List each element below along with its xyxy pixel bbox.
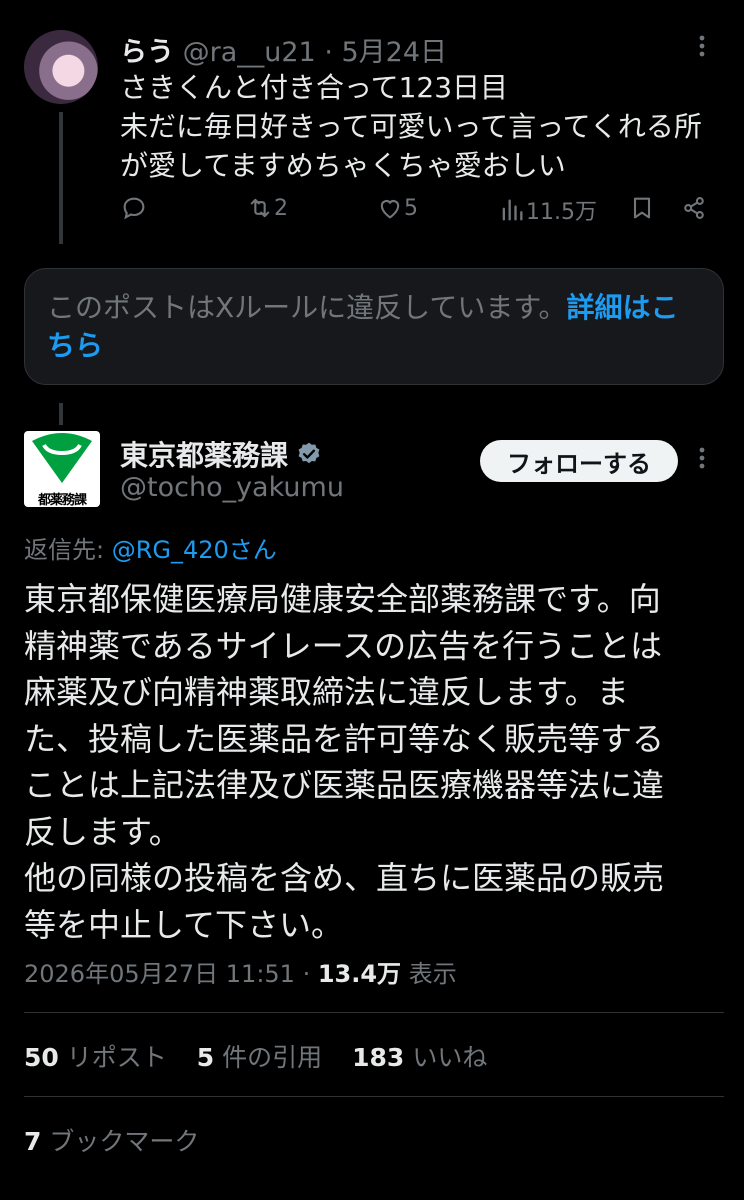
likes-count: 183 — [352, 1043, 405, 1072]
ginkgo-logo-icon — [32, 433, 92, 483]
avatar[interactable] — [24, 30, 98, 104]
logo-text: 都薬務課 — [37, 493, 87, 507]
like-icon — [380, 200, 400, 219]
thread-line — [59, 112, 63, 244]
quotes-count: 5 — [196, 1043, 215, 1072]
reply-icon — [123, 197, 145, 220]
bookmarks-label: ブックマーク — [49, 1127, 200, 1156]
quotes-label: 件の引用 — [222, 1043, 323, 1072]
display-name: 東京都薬務課 — [120, 439, 289, 472]
mention-link[interactable]: @RG_420さん — [112, 536, 277, 564]
replying-label: 返信先: — [24, 536, 112, 564]
share-button[interactable] — [680, 194, 708, 222]
follow-button[interactable]: フォローする — [480, 440, 678, 482]
views-count: 11.5万 — [526, 200, 597, 225]
reply-button[interactable] — [120, 194, 148, 222]
replying-to: 返信先: @RG_420さん — [24, 530, 277, 565]
violation-notice: このポストはXルールに違反しています。詳細はこちら — [24, 268, 724, 385]
tweet-date[interactable]: 5月24日 — [342, 37, 448, 68]
views-label: 表示 — [401, 960, 457, 988]
thread-line — [59, 403, 63, 425]
tweet-timestamp: 2026年05月27日 11:51 · 13.4万 表示 — [24, 954, 457, 989]
share-icon — [684, 197, 704, 219]
divider — [24, 1096, 724, 1097]
more-icon[interactable] — [692, 444, 712, 476]
action-bar: 2 5 11.5万 — [120, 194, 720, 230]
views-count: 13.4万 — [317, 960, 402, 988]
bookmark-button[interactable] — [628, 194, 656, 222]
tweet-body: 東京都保健医療局健康安全部薬務課です。向 精神薬であるサイレースの広告を行うこと… — [24, 580, 665, 944]
views-button[interactable]: 11.5万 — [498, 194, 597, 226]
verified-badge-icon — [298, 442, 320, 464]
separator: · — [324, 37, 333, 68]
like-button[interactable]: 5 — [376, 194, 418, 222]
likes-label: いいね — [412, 1043, 488, 1072]
reposts-count: 50 — [24, 1043, 59, 1072]
repost-count: 2 — [274, 195, 288, 221]
tweet-body: さきくんと付き合って123日目 未だに毎日好きって可愛いって言ってくれる所 が愛… — [120, 68, 720, 185]
separator: · — [294, 960, 318, 988]
like-count: 5 — [404, 195, 418, 221]
bookmark-icon — [633, 197, 651, 219]
handle[interactable]: @ra__u21 — [183, 37, 316, 68]
repost-button[interactable]: 2 — [246, 194, 288, 222]
handle[interactable]: @tocho_yakumu — [120, 472, 344, 503]
account-logo[interactable]: 都薬務課 — [24, 431, 100, 507]
notice-text: このポストはXルールに違反しています。 — [47, 291, 567, 324]
tweet-line: 未だに毎日好きって可愛いって言ってくれる所 — [120, 110, 702, 143]
quotes-stat[interactable]: 5 件の引用 — [197, 1043, 322, 1072]
timestamp-text[interactable]: 2026年05月27日 11:51 — [24, 960, 295, 988]
tweet-line: さきくんと付き合って123日目 — [120, 71, 509, 104]
divider — [24, 1012, 724, 1013]
display-name[interactable]: らう — [120, 37, 174, 68]
reposts-label: リポスト — [66, 1043, 167, 1072]
tweet-detail-page: らう @ra__u21 · 5月24日 さきくんと付き合って123日目 未だに毎… — [0, 0, 744, 1200]
reply-tweet[interactable]: らう @ra__u21 · 5月24日 さきくんと付き合って123日目 未だに毎… — [0, 0, 744, 250]
more-icon[interactable] — [692, 32, 712, 64]
views-icon — [502, 199, 523, 221]
bookmarks-count: 7 — [24, 1127, 42, 1156]
tweet-header: らう @ra__u21 · 5月24日 — [120, 30, 447, 69]
account-name[interactable]: 東京都薬務課 — [120, 434, 322, 474]
reposts-stat[interactable]: 50 リポスト — [24, 1043, 167, 1072]
repost-icon — [250, 198, 270, 218]
bookmarks-stat[interactable]: 7 ブックマーク — [24, 1122, 199, 1158]
likes-stat[interactable]: 183 いいね — [352, 1043, 487, 1072]
tweet-line: が愛してますめちゃくちゃ愛おしい — [120, 149, 566, 182]
engagement-stats: 50 リポスト 5 件の引用 183 いいね — [24, 1038, 487, 1074]
